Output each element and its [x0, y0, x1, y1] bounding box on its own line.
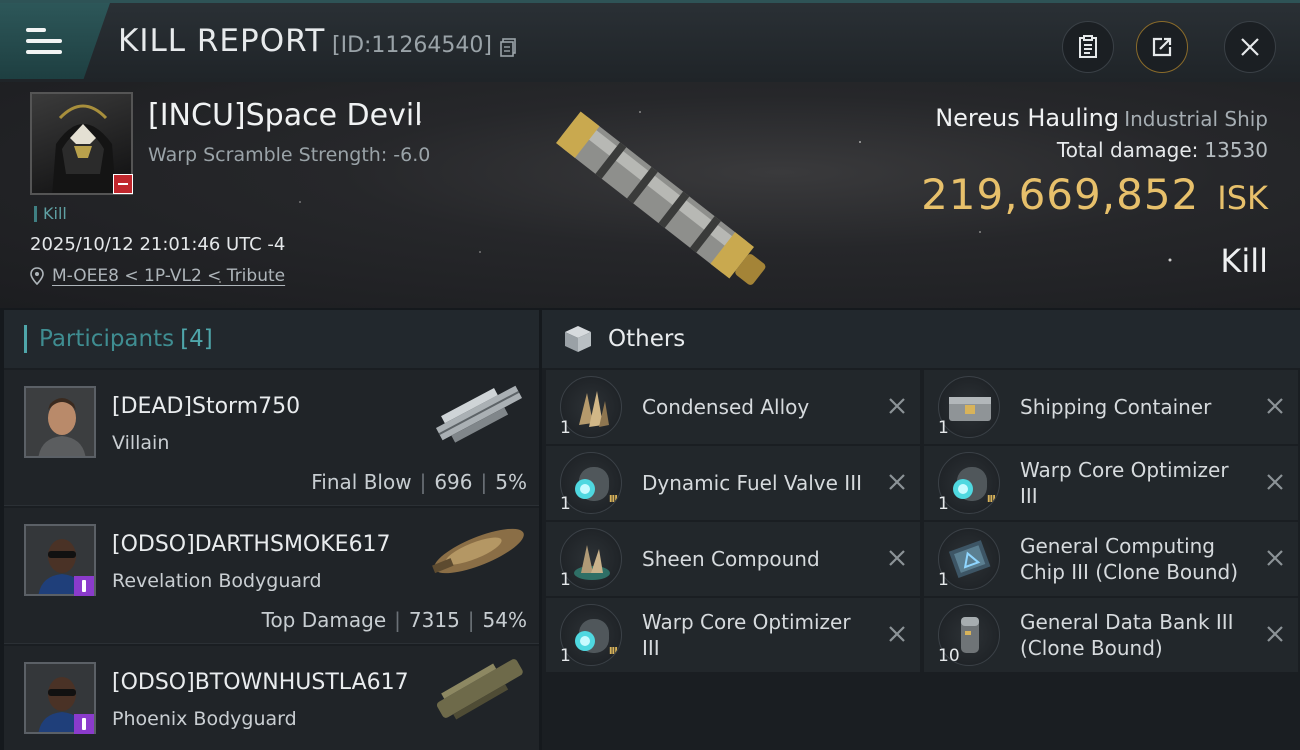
- participant-avatar: [24, 386, 96, 458]
- location-text: M-OEE8 < 1P-VL2 < Tribute: [52, 266, 286, 286]
- destroyed-x-icon: [889, 550, 905, 566]
- item-cell[interactable]: 1 Condensed Alloy: [546, 370, 920, 444]
- destroyed-x-icon: [1267, 398, 1283, 414]
- participant-percent: 5%: [495, 470, 527, 494]
- participant-ship: Revelation Bodyguard: [112, 570, 322, 592]
- warp-scramble-strength: Warp Scramble Strength: -6.0: [148, 144, 431, 166]
- kill-datetime: 2025/10/12 21:01:46 UTC -4: [30, 234, 286, 255]
- participant-name: [ODSO]BTOWNHUSTLA617: [112, 670, 409, 695]
- total-damage: Total damage: 13530: [1057, 138, 1268, 162]
- item-name: Warp Core Optimizer III: [1020, 458, 1229, 508]
- item-qty: 1: [560, 418, 571, 438]
- item-qty: 10: [938, 646, 960, 666]
- tier-badge: III: [608, 494, 618, 505]
- item-cell[interactable]: 1 Shipping Container: [924, 370, 1298, 444]
- item-qty: 1: [938, 418, 949, 438]
- item-cell[interactable]: 10 General Data Bank III (Clone Bound): [924, 598, 1298, 672]
- destroyed-x-icon: [889, 626, 905, 642]
- participant-percent: 54%: [482, 608, 527, 632]
- item-qty: 1: [938, 570, 949, 590]
- report-id: [ID:11264540]: [332, 33, 492, 58]
- item-qty: 1: [938, 494, 949, 514]
- copy-icon[interactable]: [500, 38, 516, 57]
- participants-header: Participants [4]: [4, 310, 539, 368]
- page-title: KILL REPORT: [118, 23, 326, 59]
- participant-stats: Final Blow | 696 | 5%: [311, 470, 527, 494]
- item-cell[interactable]: III 1 Warp Core Optimizer III: [924, 446, 1298, 520]
- participants-count: [4]: [180, 326, 213, 352]
- item-cell[interactable]: 1 Sheen Compound: [546, 522, 920, 596]
- victim-ship-image: [556, 111, 766, 285]
- location-pin-icon: [30, 267, 44, 285]
- destroyed-x-icon: [889, 398, 905, 414]
- isk-amount: 219,669,852: [921, 170, 1200, 219]
- participant-ship-image: [436, 659, 523, 720]
- victim-ship-line: Nereus Hauling Industrial Ship: [935, 104, 1268, 132]
- participant-ship-image: [432, 528, 524, 574]
- participant-name: [ODSO]DARTHSMOKE617: [112, 532, 391, 557]
- others-label: Others: [608, 326, 686, 352]
- item-cell[interactable]: 1 General Computing Chip III (Clone Boun…: [924, 522, 1298, 596]
- item-qty: 1: [560, 646, 571, 666]
- destroyed-x-icon: [1267, 550, 1283, 566]
- participant-badge-icon: [74, 714, 94, 734]
- destroyed-x-icon: [889, 474, 905, 490]
- participant-ship: Phoenix Bodyguard: [112, 708, 297, 730]
- hamburger-icon: [26, 28, 62, 54]
- victim-ship-name: Nereus Hauling: [935, 104, 1120, 132]
- item-name: Dynamic Fuel Valve III: [642, 471, 862, 495]
- header-bar: KILL REPORT [ID:11264540]: [0, 0, 1300, 82]
- total-damage-value: 13530: [1204, 138, 1268, 162]
- item-cell[interactable]: III 1 Dynamic Fuel Valve III: [546, 446, 920, 520]
- participant-badge-icon: [74, 576, 94, 596]
- participant-role: Top Damage: [261, 608, 387, 632]
- participants-panel: Participants [4] [DEAD]Storm750 Villain …: [4, 310, 539, 750]
- close-icon: [1241, 38, 1259, 56]
- isk-unit: ISK: [1217, 179, 1268, 217]
- menu-button[interactable]: [0, 3, 110, 79]
- participant-row[interactable]: [ODSO]BTOWNHUSTLA617 Phoenix Bodyguard: [4, 646, 539, 750]
- participant-role: Final Blow: [311, 470, 412, 494]
- tier-badge: III: [986, 494, 996, 505]
- share-icon: [1152, 37, 1172, 57]
- others-header: Others: [542, 310, 1300, 368]
- hostile-badge: [113, 174, 133, 194]
- participant-row[interactable]: [DEAD]Storm750 Villain Final Blow | 696 | 5%: [4, 370, 539, 506]
- others-panel: Others 1 Condensed Alloy 1 Shipping Cont…: [542, 310, 1300, 750]
- item-cell[interactable]: III 1 Warp Core Optimizer III: [546, 598, 920, 672]
- kill-tag: Kill: [34, 206, 67, 222]
- item-name: Shipping Container: [1020, 395, 1212, 419]
- close-button[interactable]: [1224, 21, 1276, 73]
- victim-ship-class: Industrial Ship: [1124, 107, 1268, 131]
- isk-value: 219,669,852 ISK: [921, 170, 1268, 219]
- item-qty: 1: [560, 570, 571, 590]
- item-name: Condensed Alloy: [642, 395, 810, 419]
- participant-name: [DEAD]Storm750: [112, 394, 301, 419]
- destroyed-x-icon: [1267, 474, 1283, 490]
- item-name: General Data Bank III (Clone Bound): [1020, 610, 1234, 660]
- participant-stats: Top Damage | 7315 | 54%: [261, 608, 527, 632]
- participants-label: Participants: [39, 326, 175, 352]
- victim-banner: [INCU]Space Devil Warp Scramble Strength…: [0, 82, 1300, 308]
- clipboard-button[interactable]: [1062, 21, 1114, 73]
- share-button[interactable]: [1136, 21, 1188, 73]
- victim-name: [INCU]Space Devil: [148, 98, 423, 133]
- participant-damage: 696: [434, 470, 473, 494]
- item-name: General Computing Chip III (Clone Bound): [1020, 534, 1239, 584]
- destroyed-x-icon: [1267, 626, 1283, 642]
- participant-ship-image: [435, 385, 523, 443]
- total-damage-label: Total damage:: [1056, 138, 1199, 162]
- tier-badge: III: [608, 646, 618, 657]
- cube-icon: [565, 326, 591, 352]
- item-name: Warp Core Optimizer III: [642, 610, 851, 660]
- participant-row[interactable]: [ODSO]DARTHSMOKE617 Revelation Bodyguard…: [4, 508, 539, 644]
- item-qty: 1: [560, 494, 571, 514]
- result-label: Kill: [1220, 242, 1268, 280]
- location-link[interactable]: M-OEE8 < 1P-VL2 < Tribute: [30, 266, 285, 286]
- participant-damage: 7315: [408, 608, 460, 632]
- item-name: Sheen Compound: [642, 547, 820, 571]
- clipboard-icon: [1079, 35, 1097, 58]
- participant-ship: Villain: [112, 432, 170, 454]
